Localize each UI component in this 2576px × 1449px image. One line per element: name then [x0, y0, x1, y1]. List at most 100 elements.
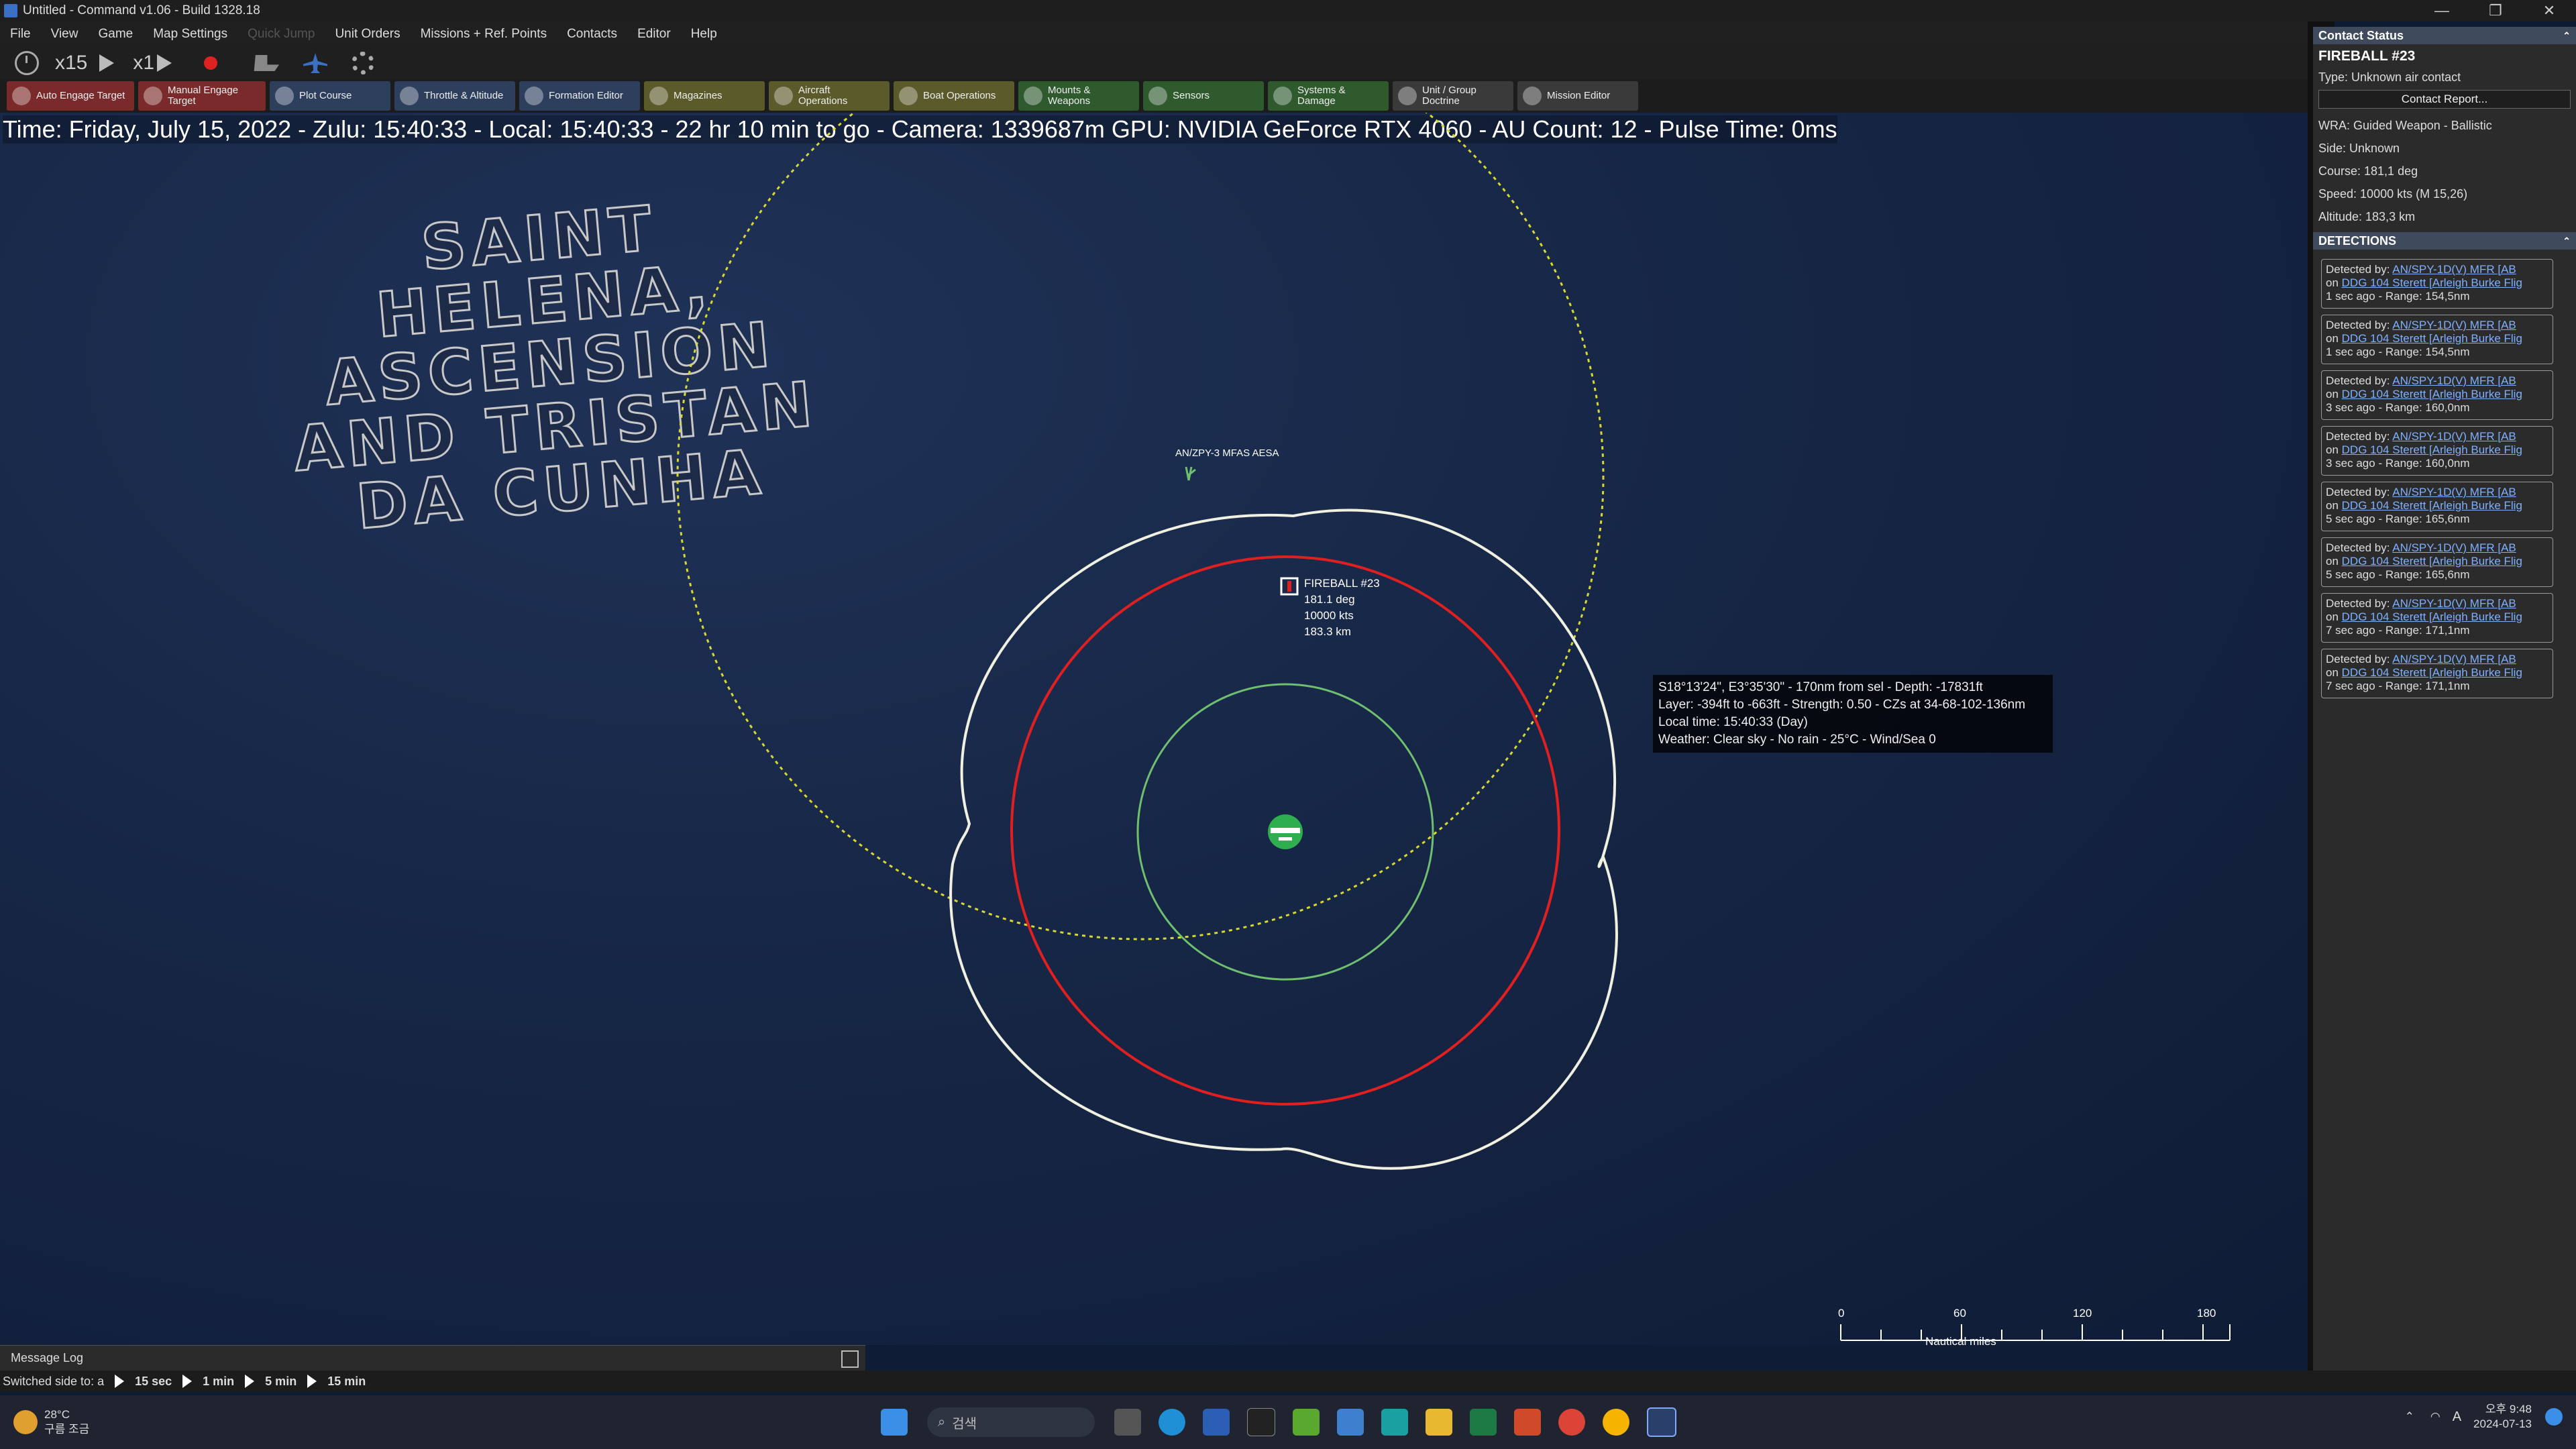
- sensor-link[interactable]: AN/SPY-1D(V) MFR [AB: [2392, 486, 2516, 498]
- sensor-link[interactable]: AN/SPY-1D(V) MFR [AB: [2392, 541, 2516, 554]
- contact-status-header[interactable]: Contact Status ⌃: [2313, 27, 2576, 44]
- chrome-icon[interactable]: [1558, 1409, 1585, 1436]
- contact-report-button[interactable]: Contact Report...: [2318, 90, 2571, 109]
- record-icon[interactable]: [204, 56, 218, 70]
- notification-icon[interactable]: [2545, 1408, 2563, 1426]
- sensor-link[interactable]: AN/SPY-1D(V) MFR [AB: [2392, 430, 2516, 443]
- aircraft-icon[interactable]: [303, 53, 328, 73]
- chrome-icon[interactable]: [1603, 1409, 1629, 1436]
- boat-operations-button[interactable]: Boat Operations: [894, 81, 1014, 111]
- excel-icon[interactable]: [1470, 1409, 1497, 1436]
- ship-icon[interactable]: [250, 55, 280, 71]
- sensor-link[interactable]: AN/SPY-1D(V) MFR [AB: [2392, 319, 2516, 331]
- menu-view[interactable]: View: [41, 27, 89, 42]
- doctrine-button[interactable]: Unit / Group Doctrine: [1393, 81, 1513, 111]
- sensors-button[interactable]: Sensors: [1143, 81, 1264, 111]
- tooltip-line: Layer: -394ft to -663ft - Strength: 0.50…: [1658, 698, 2026, 712]
- sensor-link[interactable]: AN/SPY-1D(V) MFR [AB: [2392, 653, 2516, 665]
- sensor-link[interactable]: AN/SPY-1D(V) MFR [AB: [2392, 374, 2516, 387]
- aircraft-operations-button[interactable]: Aircraft Operations: [769, 81, 890, 111]
- command-app-icon[interactable]: [1647, 1407, 1676, 1437]
- menu-game[interactable]: Game: [88, 27, 143, 42]
- clock-time: 오후 9:48: [2485, 1403, 2532, 1415]
- contact-speed: 10000 kts: [1304, 609, 1354, 622]
- platform-link[interactable]: DDG 104 Sterett [Arleigh Burke Flig: [2342, 332, 2522, 345]
- magazines-button[interactable]: Magazines: [644, 81, 765, 111]
- speed-15min[interactable]: 15 min: [307, 1375, 366, 1389]
- speed-5min[interactable]: 5 min: [245, 1375, 297, 1389]
- sensor-link[interactable]: AN/SPY-1D(V) MFR [AB: [2392, 597, 2516, 610]
- clock-icon[interactable]: [15, 51, 39, 75]
- platform-link[interactable]: DDG 104 Sterett [Arleigh Burke Flig: [2342, 388, 2522, 400]
- weather-desc: 구름 조금: [44, 1423, 90, 1436]
- auto-engage-button[interactable]: Auto Engage Target: [7, 81, 134, 111]
- time-compression[interactable]: x15: [55, 50, 87, 76]
- contact-altitude: 183.3 km: [1304, 625, 1351, 638]
- search-box[interactable]: ⌕ 검색: [927, 1407, 1095, 1437]
- wifi-icon[interactable]: ◠: [2430, 1410, 2440, 1424]
- weather-widget[interactable]: 28°C 구름 조금: [13, 1407, 89, 1437]
- menu-contacts[interactable]: Contacts: [557, 27, 627, 42]
- menu-unit-orders[interactable]: Unit Orders: [325, 27, 410, 42]
- platform-link[interactable]: DDG 104 Sterett [Arleigh Burke Flig: [2342, 666, 2522, 679]
- menu-help[interactable]: Help: [681, 27, 727, 42]
- tray-chevron-icon[interactable]: ⌃: [2405, 1410, 2414, 1424]
- ime-indicator[interactable]: A: [2453, 1409, 2461, 1425]
- contact-course: Course: 181,1 deg: [2318, 164, 2418, 178]
- notepad-icon[interactable]: [1293, 1409, 1320, 1436]
- edge-icon[interactable]: [1159, 1409, 1185, 1436]
- platform-link[interactable]: DDG 104 Sterett [Arleigh Burke Flig: [2342, 276, 2522, 289]
- weather-icon: [13, 1410, 38, 1434]
- platform-link[interactable]: DDG 104 Sterett [Arleigh Burke Flig: [2342, 610, 2522, 623]
- sensor-link[interactable]: AN/SPY-1D(V) MFR [AB: [2392, 263, 2516, 276]
- weather-temp: 28°C: [44, 1408, 70, 1421]
- maximize-button[interactable]: ❐: [2469, 0, 2522, 21]
- message-log-bar[interactable]: Message Log: [0, 1345, 865, 1371]
- speed-15sec[interactable]: 15 sec: [115, 1375, 172, 1389]
- document-icon: [1398, 87, 1417, 105]
- speed-1min[interactable]: 1 min: [182, 1375, 234, 1389]
- task-view-icon[interactable]: [1114, 1409, 1141, 1436]
- powerpoint-icon[interactable]: [1514, 1409, 1541, 1436]
- systems-damage-button[interactable]: Systems & Damage: [1268, 81, 1389, 111]
- terminal-icon[interactable]: [1247, 1408, 1275, 1436]
- scale-bar: 0 60 120 180 Nautical miles: [1838, 1307, 2241, 1345]
- ammo-icon: [649, 87, 668, 105]
- step-label[interactable]: x1: [133, 50, 154, 76]
- throttle-altitude-button[interactable]: Throttle & Altitude: [394, 81, 515, 111]
- collapse-icon[interactable]: ⌃: [2563, 30, 2571, 42]
- store-icon[interactable]: [1203, 1409, 1230, 1436]
- app-icon[interactable]: [1381, 1409, 1408, 1436]
- detection-entry: Detected by: AN/SPY-1D(V) MFR [AB on DDG…: [2321, 259, 2553, 309]
- detections-header[interactable]: DETECTIONS ⌃: [2313, 232, 2576, 250]
- manual-engage-button[interactable]: Manual Engage Target: [138, 81, 266, 111]
- formation-editor-button[interactable]: Formation Editor: [519, 81, 640, 111]
- mission-editor-button[interactable]: Mission Editor: [1517, 81, 1638, 111]
- menu-editor[interactable]: Editor: [627, 27, 681, 42]
- close-button[interactable]: ✕: [2522, 0, 2576, 21]
- platform-link[interactable]: DDG 104 Sterett [Arleigh Burke Flig: [2342, 555, 2522, 568]
- gear-icon[interactable]: [352, 52, 375, 74]
- mounts-weapons-button[interactable]: Mounts & Weapons: [1018, 81, 1139, 111]
- contact-name: FIREBALL #23: [1304, 577, 1380, 590]
- minimize-button[interactable]: —: [2415, 0, 2469, 21]
- plot-course-button[interactable]: Plot Course: [270, 81, 390, 111]
- calendar-icon[interactable]: [1337, 1409, 1364, 1436]
- play-icon[interactable]: [99, 54, 115, 72]
- start-icon[interactable]: [881, 1409, 908, 1436]
- folder-icon[interactable]: [1426, 1409, 1452, 1436]
- throttle-icon: [400, 87, 419, 105]
- platform-link[interactable]: DDG 104 Sterett [Arleigh Burke Flig: [2342, 499, 2522, 512]
- menu-file[interactable]: File: [0, 27, 41, 42]
- system-clock[interactable]: 오후 9:48 2024-07-13: [2473, 1402, 2532, 1432]
- step-icon[interactable]: [157, 54, 172, 72]
- detection-entry: Detected by: AN/SPY-1D(V) MFR [AB on DDG…: [2321, 370, 2553, 420]
- expand-icon[interactable]: [841, 1350, 859, 1368]
- collapse-icon[interactable]: ⌃: [2563, 235, 2571, 247]
- menu-map-settings[interactable]: Map Settings: [143, 27, 237, 42]
- map-view[interactable]: Time: Friday, July 15, 2022 - Zulu: 15:4…: [0, 113, 2308, 1345]
- menu-quick-jump[interactable]: Quick Jump: [237, 27, 325, 42]
- platform-link[interactable]: DDG 104 Sterett [Arleigh Burke Flig: [2342, 443, 2522, 456]
- app-icon: [4, 4, 17, 17]
- menu-missions[interactable]: Missions + Ref. Points: [411, 27, 557, 42]
